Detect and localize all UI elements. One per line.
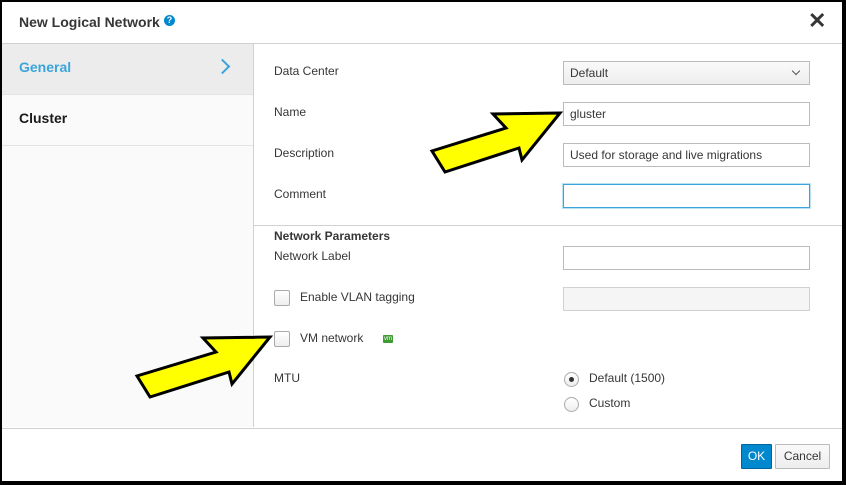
annotation-arrows <box>134 111 564 399</box>
arrow-pointing-vm-network-icon <box>134 335 274 399</box>
arrow-pointing-name-field-icon <box>429 111 564 174</box>
